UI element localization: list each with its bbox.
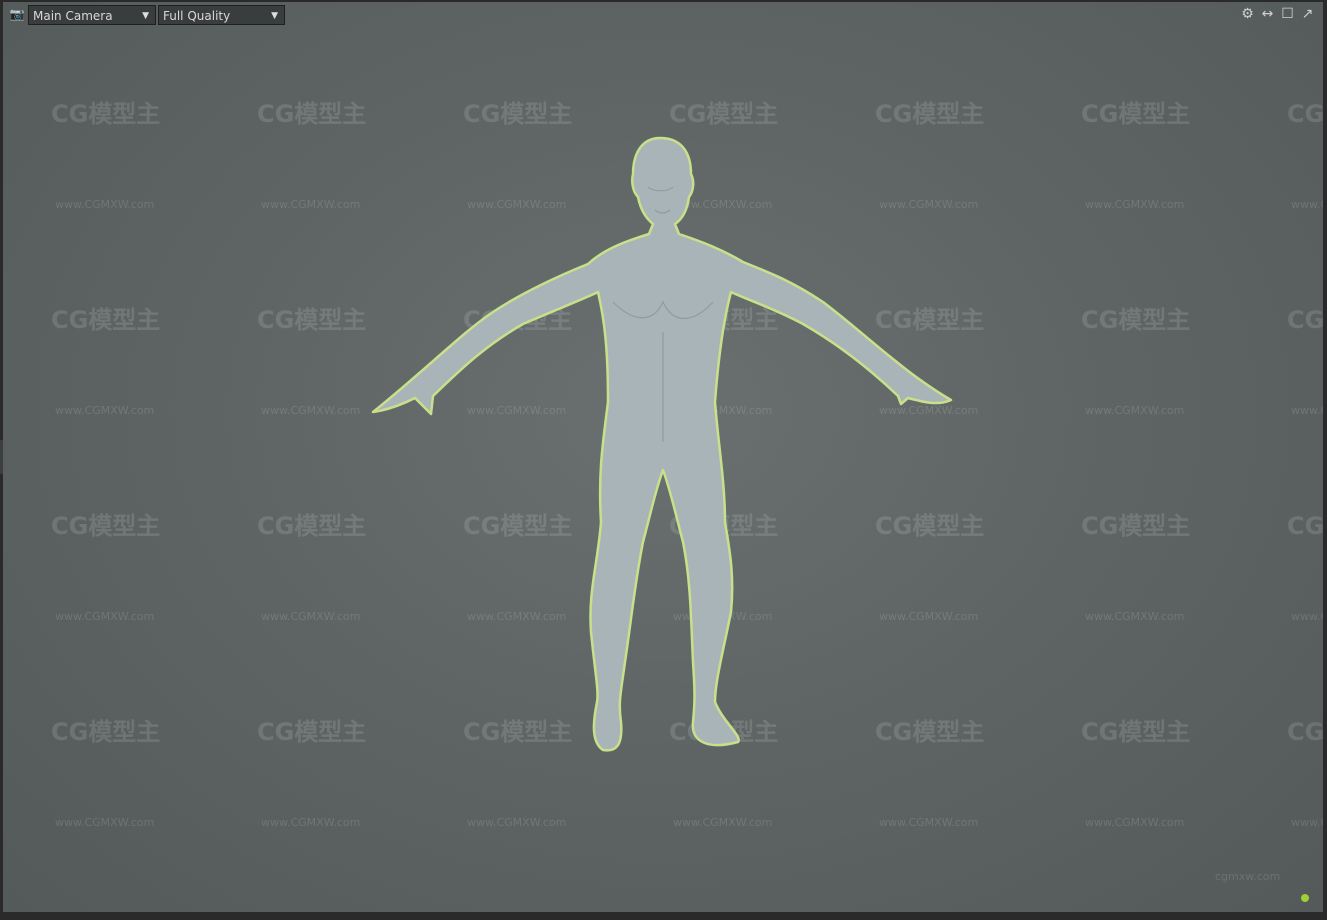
camera-select-value: Main Camera [33,9,113,23]
popout-icon[interactable]: ↗ [1300,5,1315,23]
camera-icon[interactable]: 📷 [9,7,25,21]
model-body [371,136,953,752]
status-indicator [1301,894,1309,902]
maximize-icon[interactable]: ☐ [1280,5,1295,23]
split-icon[interactable]: ↔ [1260,5,1275,23]
chevron-down-icon: ▼ [142,11,149,21]
scene-viewport[interactable]: CG模型主 www.CGMXW.com CG模型主 www.CGMXW.com CG模型… [3,2,1323,912]
gear-icon[interactable]: ⚙ [1240,5,1255,23]
chevron-down-icon: ▼ [271,11,278,21]
camera-select[interactable]: Main Camera ▼ [28,5,156,25]
character-model[interactable] [3,2,1323,912]
quality-select[interactable]: Full Quality ▼ [158,5,285,25]
viewport-toolbar: 📷 Main Camera ▼ Full Quality ▼ ⚙ ↔ ☐ ↗ [3,2,1323,28]
viewport-controls: ⚙ ↔ ☐ ↗ [1240,5,1315,23]
quality-select-value: Full Quality [163,9,231,23]
